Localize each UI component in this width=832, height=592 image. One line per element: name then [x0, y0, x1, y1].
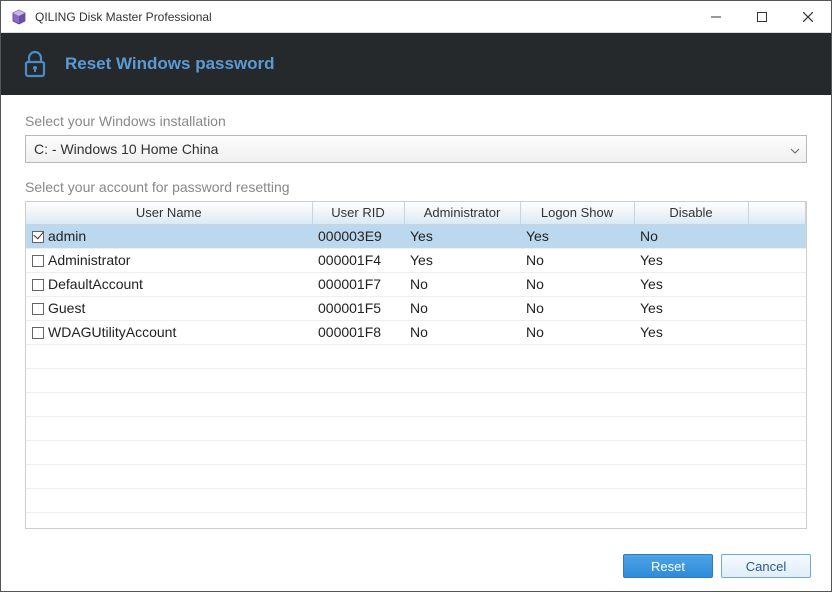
cell-rid: 000001F4	[312, 248, 404, 272]
window-controls	[693, 1, 831, 32]
cell-extra	[748, 272, 806, 296]
page-header: Reset Windows password	[1, 33, 831, 95]
accounts-table: User Name User RID Administrator Logon S…	[26, 202, 806, 513]
table-row-empty	[26, 464, 806, 488]
table-row-empty	[26, 392, 806, 416]
col-header-admin[interactable]: Administrator	[404, 202, 520, 224]
cell-extra	[748, 248, 806, 272]
cell-name: DefaultAccount	[48, 276, 143, 292]
row-checkbox[interactable]	[32, 279, 44, 291]
app-icon	[11, 9, 27, 25]
cell-disable: Yes	[634, 296, 748, 320]
cancel-button[interactable]: Cancel	[721, 554, 811, 578]
cell-extra	[748, 320, 806, 344]
cell-disable: Yes	[634, 272, 748, 296]
installation-dropdown[interactable]: C: - Windows 10 Home China	[25, 135, 807, 163]
col-header-logon[interactable]: Logon Show	[520, 202, 634, 224]
row-checkbox[interactable]	[32, 231, 44, 243]
footer: Reset Cancel	[1, 541, 831, 591]
row-checkbox[interactable]	[32, 255, 44, 267]
cell-name: WDAGUtilityAccount	[48, 324, 176, 340]
cell-logon: Yes	[520, 224, 634, 248]
cell-disable: Yes	[634, 320, 748, 344]
table-row[interactable]: WDAGUtilityAccount000001F8NoNoYes	[26, 320, 806, 344]
cell-admin: No	[404, 272, 520, 296]
cell-logon: No	[520, 272, 634, 296]
table-row[interactable]: admin000003E9YesYesNo	[26, 224, 806, 248]
table-row-empty	[26, 440, 806, 464]
maximize-button[interactable]	[739, 1, 785, 32]
row-checkbox[interactable]	[32, 327, 44, 339]
table-row[interactable]: Administrator000001F4YesNoYes	[26, 248, 806, 272]
table-row-empty	[26, 416, 806, 440]
cell-logon: No	[520, 248, 634, 272]
chevron-down-icon	[790, 141, 800, 157]
cell-rid: 000001F7	[312, 272, 404, 296]
table-row-empty	[26, 344, 806, 368]
cell-name: Guest	[48, 300, 85, 316]
accounts-table-wrap: User Name User RID Administrator Logon S…	[25, 201, 807, 529]
cell-logon: No	[520, 296, 634, 320]
cell-rid: 000003E9	[312, 224, 404, 248]
cell-rid: 000001F8	[312, 320, 404, 344]
cell-disable: No	[634, 224, 748, 248]
close-button[interactable]	[785, 1, 831, 32]
cell-name: admin	[48, 228, 86, 244]
col-header-rid[interactable]: User RID	[312, 202, 404, 224]
table-row-empty	[26, 488, 806, 512]
table-row[interactable]: Guest000001F5NoNoYes	[26, 296, 806, 320]
col-header-disable[interactable]: Disable	[634, 202, 748, 224]
titlebar: QILING Disk Master Professional	[1, 1, 831, 33]
col-header-extra	[748, 202, 806, 224]
cell-rid: 000001F5	[312, 296, 404, 320]
content-area: Select your Windows installation C: - Wi…	[1, 95, 831, 541]
cell-admin: No	[404, 296, 520, 320]
cell-name: Administrator	[48, 252, 130, 268]
lock-icon	[21, 50, 49, 78]
row-checkbox[interactable]	[32, 303, 44, 315]
account-label: Select your account for password resetti…	[25, 179, 807, 195]
window-title: QILING Disk Master Professional	[35, 10, 693, 24]
cell-admin: No	[404, 320, 520, 344]
cell-extra	[748, 224, 806, 248]
cell-admin: Yes	[404, 248, 520, 272]
page-title: Reset Windows password	[65, 54, 275, 74]
cell-extra	[748, 296, 806, 320]
install-label: Select your Windows installation	[25, 113, 807, 129]
cell-logon: No	[520, 320, 634, 344]
col-header-name[interactable]: User Name	[26, 202, 312, 224]
app-window: QILING Disk Master Professional Reset Wi…	[0, 0, 832, 592]
table-row-empty	[26, 368, 806, 392]
cell-disable: Yes	[634, 248, 748, 272]
cell-admin: Yes	[404, 224, 520, 248]
table-row[interactable]: DefaultAccount000001F7NoNoYes	[26, 272, 806, 296]
minimize-button[interactable]	[693, 1, 739, 32]
dropdown-value: C: - Windows 10 Home China	[34, 141, 218, 157]
reset-button[interactable]: Reset	[623, 554, 713, 578]
